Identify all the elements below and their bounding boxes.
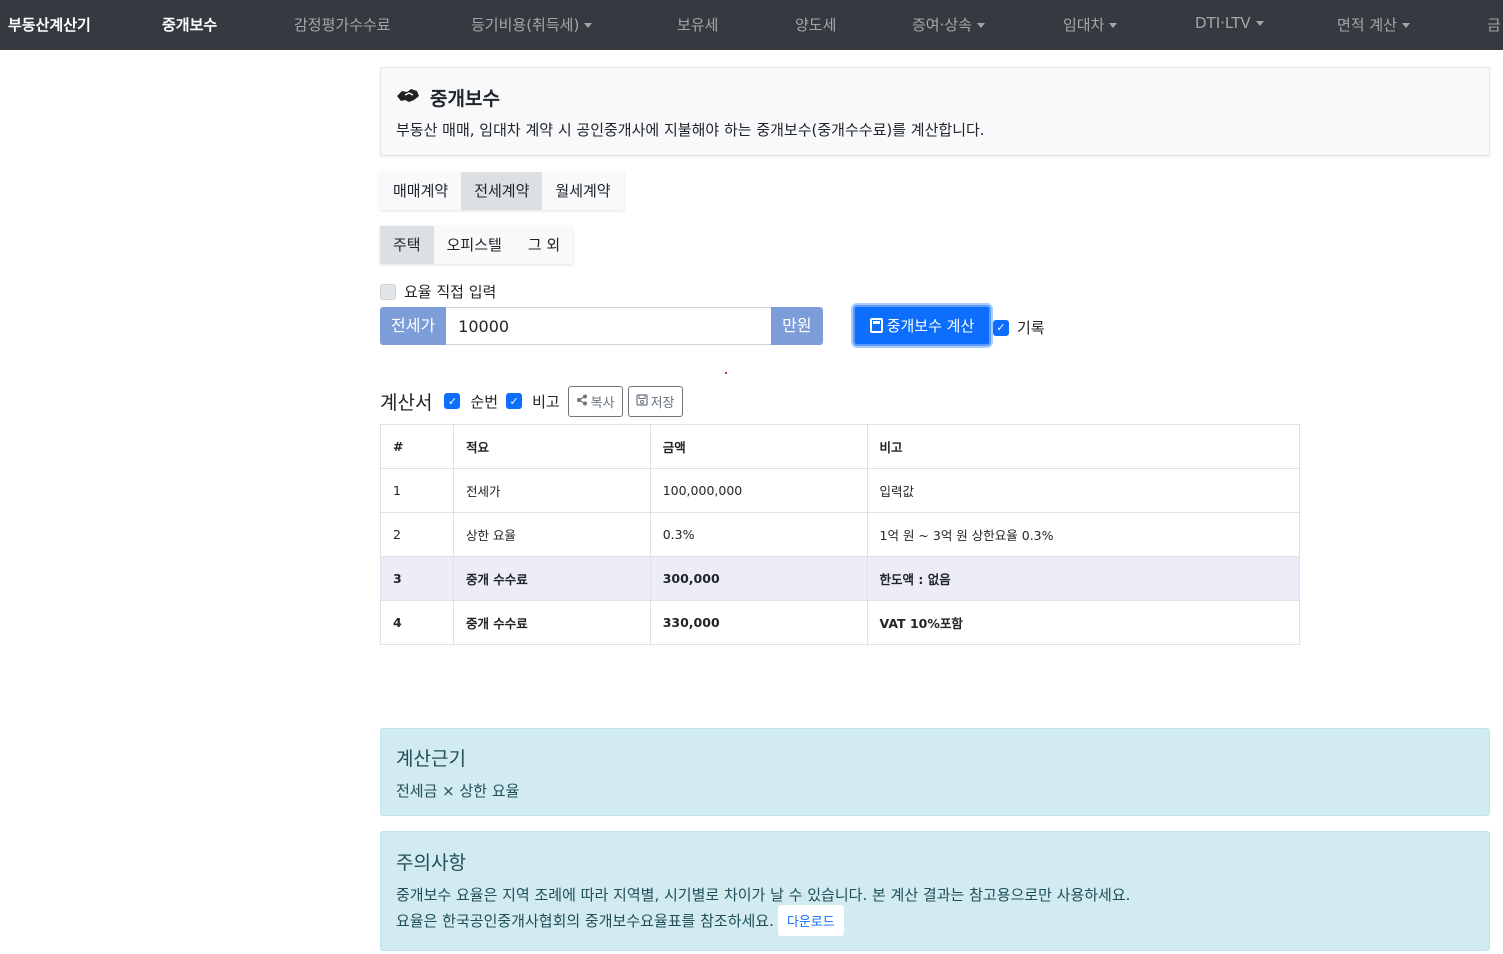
page-description: 부동산 매매, 임대차 계약 시 공인중개사에 지불해야 하는 중개보수(중개수…: [396, 121, 985, 139]
nav-item-brokerage-fee[interactable]: 중개보수: [162, 14, 217, 35]
nav-item-truncated[interactable]: 금: [1487, 14, 1501, 35]
table-cell: 상한 요율: [452, 512, 651, 557]
show-note-checkbox[interactable]: ✓: [506, 393, 523, 409]
page-title-text: 중개보수: [430, 88, 500, 110]
table-row: 2 상한 요율 0.3% 1억 원 ~ 3억 원 상한요율 0.3%: [380, 512, 1301, 557]
table-cell: 전세가: [452, 468, 651, 513]
tab-jeonse-contract[interactable]: 전세계약: [461, 172, 543, 210]
column-header: 금액: [649, 424, 868, 469]
table-cell: 2: [380, 512, 454, 557]
tab-sale-contract[interactable]: 매매계약: [380, 172, 462, 210]
notice-title: 주의사항: [396, 852, 466, 874]
amount-prefix: 전세가: [380, 307, 447, 345]
amount-input-group: 전세가 만원: [380, 307, 823, 345]
copy-button-label: 복사: [590, 395, 615, 411]
nav-item-dti-ltv[interactable]: DTI·LTV: [1195, 14, 1264, 32]
show-note-label: 비고: [532, 392, 560, 411]
handshake-icon: [396, 86, 420, 110]
table-cell: 4: [380, 600, 454, 645]
nav-item-holding-tax[interactable]: 보유세: [677, 14, 718, 35]
share-icon: [576, 394, 588, 409]
nav-item-registration-cost[interactable]: 등기비용(취득세): [471, 14, 593, 35]
custom-rate-label: 요율 직접 입력: [404, 283, 497, 301]
table-cell: 1: [380, 468, 454, 513]
tab-officetel[interactable]: 오피스텔: [433, 226, 515, 264]
table-cell: 중개 수수료: [452, 600, 651, 645]
caret-down-icon: [1255, 21, 1264, 26]
save-icon: [635, 393, 648, 409]
table-cell: 0.3%: [649, 512, 868, 557]
notice-line-2-row: 요율은 한국공인중개사협회의 중개보수요율표를 참조하세요. 다운로드: [396, 905, 844, 936]
sheet-toolbar: 계산서 ✓ 순번 ✓ 비고 복사 저장: [380, 385, 688, 417]
nav-item-lease[interactable]: 임대차: [1063, 14, 1118, 35]
nav-item-appraisal-fee[interactable]: 감정평가수수료: [294, 14, 391, 35]
copy-button[interactable]: 복사: [567, 385, 623, 417]
download-button[interactable]: 다운로드: [777, 905, 844, 936]
page-header-card: 중개보수 부동산 매매, 임대차 계약 시 공인중개사에 지불해야 하는 중개보…: [380, 67, 1490, 156]
tab-other[interactable]: 그 외: [514, 226, 574, 264]
calculator-icon: [869, 318, 883, 333]
column-header: 적요: [452, 424, 651, 469]
notice-line-2: 요율은 한국공인중개사협회의 중개보수요율표를 참조하세요.: [396, 912, 774, 930]
table-cell: 한도액 : 없음: [866, 556, 1301, 601]
tab-monthly-rent-contract[interactable]: 월세계약: [542, 172, 624, 210]
basis-card: 계산근기 전세금 × 상한 요율: [380, 728, 1490, 816]
save-button[interactable]: 저장: [627, 385, 683, 417]
calculate-button-label: 중개보수 계산: [886, 317, 975, 335]
table-header-row: # 적요 금액 비고: [380, 424, 1301, 469]
table-cell: 300,000: [649, 556, 868, 601]
custom-rate-row: 요율 직접 입력: [380, 281, 496, 302]
table-row: 1 전세가 100,000,000 입력값: [380, 468, 1301, 513]
table-cell: VAT 10%포함: [866, 600, 1301, 645]
column-header: 비고: [866, 424, 1301, 469]
caret-down-icon: [976, 23, 985, 28]
basis-title: 계산근기: [396, 748, 466, 770]
table-cell: 입력값: [866, 468, 1301, 513]
top-navbar: 부동산계산기 중개보수 감정평가수수료 등기비용(취득세) 보유세 양도세 증여…: [0, 0, 1503, 50]
result-table: # 적요 금액 비고 1 전세가 100,000,000 입력값 2 상한 요율…: [380, 424, 1301, 645]
show-note-option: ✓ 비고: [506, 391, 560, 412]
table-cell: 3: [380, 556, 454, 601]
table-row: 3 중개 수수료 300,000 한도액 : 없음: [380, 556, 1301, 601]
record-option: ✓ 기록: [993, 317, 1045, 338]
property-type-group: 주택 오피스텔 그 외: [380, 226, 574, 264]
stray-dot: [725, 372, 727, 374]
basis-text: 전세금 × 상한 요율: [396, 782, 520, 800]
table-cell: 1억 원 ~ 3억 원 상한요율 0.3%: [866, 512, 1301, 557]
sheet-title: 계산서: [380, 391, 433, 414]
page-title: 중개보수: [396, 84, 500, 111]
notice-line-1: 중개보수 요율은 지역 조례에 따라 지역별, 시기별로 차이가 날 수 있습니…: [396, 886, 1131, 904]
show-index-label: 순번: [470, 392, 499, 411]
amount-unit: 만원: [771, 307, 823, 345]
nav-item-transfer-tax[interactable]: 양도세: [795, 14, 836, 35]
tab-house[interactable]: 주택: [380, 226, 434, 264]
nav-item-gift-inheritance[interactable]: 증여·상속: [912, 14, 985, 35]
calculate-button[interactable]: 중개보수 계산: [853, 305, 991, 346]
column-header: #: [380, 424, 454, 469]
caret-down-icon: [1401, 23, 1410, 28]
nav-item-area-calc[interactable]: 면적 계산: [1337, 14, 1410, 35]
table-cell: 330,000: [649, 600, 868, 645]
save-button-label: 저장: [650, 395, 675, 411]
table-cell: 100,000,000: [649, 468, 868, 513]
record-checkbox[interactable]: ✓: [993, 319, 1009, 336]
table-cell: 중개 수수료: [452, 556, 651, 601]
notice-card: 주의사항 중개보수 요율은 지역 조례에 따라 지역별, 시기별로 차이가 날 …: [380, 831, 1490, 951]
amount-input[interactable]: [446, 307, 772, 345]
custom-rate-checkbox[interactable]: [380, 283, 396, 300]
record-label: 기록: [1017, 319, 1045, 337]
show-index-checkbox[interactable]: ✓: [444, 393, 461, 409]
caret-down-icon: [1109, 23, 1118, 28]
caret-down-icon: [584, 23, 593, 28]
contract-type-group: 매매계약 전세계약 월세계약: [380, 172, 624, 210]
show-index-option: ✓ 순번: [444, 391, 498, 412]
table-row: 4 중개 수수료 330,000 VAT 10%포함: [380, 600, 1301, 645]
brand-logo[interactable]: 부동산계산기: [8, 14, 91, 35]
